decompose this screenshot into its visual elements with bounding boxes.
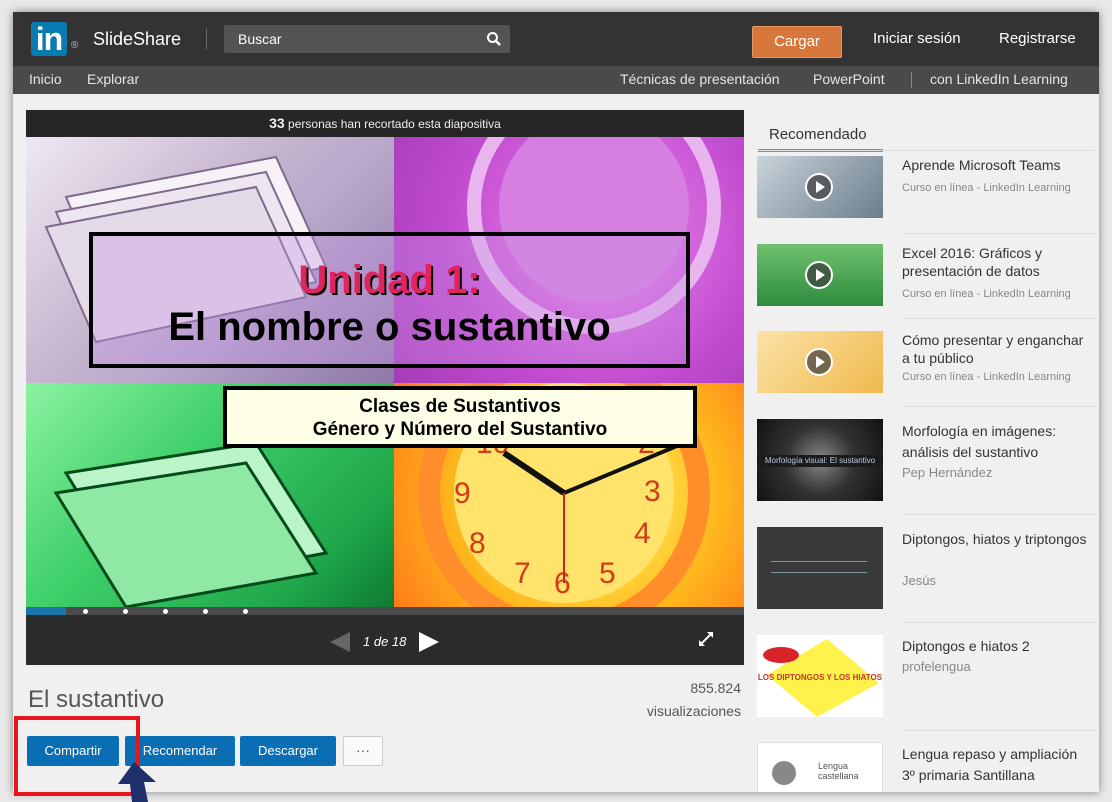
thumb-caption: Lengua castellana	[818, 761, 859, 781]
play-icon[interactable]	[805, 173, 833, 201]
slide-thumbnail[interactable]: LOS DIPTONGOS Y LOS HIATOS	[757, 635, 883, 717]
views-label: visualizaciones	[646, 703, 741, 719]
clipped-text: personas han recortado esta diapositiva	[284, 117, 501, 131]
svg-text:4: 4	[634, 517, 651, 550]
registered-mark: ®	[71, 40, 79, 51]
progress-fill	[26, 607, 66, 615]
recommended-title[interactable]: Aprende Microsoft Teams	[902, 156, 1092, 174]
progress-dot[interactable]	[163, 609, 168, 614]
divider	[902, 233, 1098, 234]
recommended-subtitle: Pep Hernández	[902, 465, 993, 480]
slide-title-box: Unidad 1: El nombre o sustantivo	[89, 232, 690, 368]
upload-button[interactable]: Cargar	[752, 26, 842, 58]
page-indicator: 1 de 18	[363, 634, 407, 649]
more-options-button[interactable]: ···	[343, 736, 383, 766]
clipped-count: 33	[269, 115, 285, 131]
slide-thumbnail[interactable]: Lengua castellana	[757, 742, 883, 792]
diptongos-illustration: LOS DIPTONGOS Y LOS HIATOS	[758, 639, 883, 717]
views-count: 855.824	[690, 680, 741, 696]
recommended-title[interactable]: Morfología en imágenes: análisis del sus…	[902, 421, 1092, 463]
slide-title-line-1: Unidad 1:	[298, 258, 481, 302]
slide-progress-bar[interactable]	[26, 607, 744, 615]
recommended-subtitle: profelengua	[902, 659, 971, 674]
recommended-title[interactable]: Cómo presentar y enganchar a tu público	[902, 331, 1092, 367]
search-icon[interactable]	[486, 31, 502, 47]
thumb-decoration	[772, 761, 796, 785]
course-thumbnail[interactable]	[757, 244, 883, 306]
course-thumbnail[interactable]	[757, 331, 883, 393]
divider	[902, 730, 1098, 731]
slide-subtitle-box: Clases de Sustantivos Género y Número de…	[223, 386, 697, 448]
document-title: El sustantivo	[28, 686, 165, 713]
clipped-banner[interactable]: 33 personas han recortado esta diapositi…	[26, 110, 744, 137]
recommended-title[interactable]: Diptongos, hiatos y triptongos	[902, 529, 1092, 550]
download-button[interactable]: Descargar	[240, 736, 336, 766]
slide-thumbnail[interactable]: Morfología visual: El sustantivo	[757, 419, 883, 501]
thumb-caption: Morfología visual: El sustantivo	[757, 455, 883, 467]
svg-text:5: 5	[599, 557, 616, 590]
fullscreen-icon[interactable]	[698, 631, 714, 647]
svg-text:3: 3	[644, 475, 661, 508]
nav-home[interactable]: Inicio	[29, 71, 62, 87]
next-slide-icon[interactable]	[419, 632, 439, 652]
brand-name[interactable]: SlideShare	[93, 29, 181, 50]
linkedin-logo[interactable]: in	[31, 22, 67, 56]
sub-navbar: Inicio Explorar Técnicas de presentación…	[13, 66, 1099, 94]
tab-recommended[interactable]: Recomendado	[758, 119, 883, 152]
nav-explore[interactable]: Explorar	[87, 71, 139, 87]
divider	[758, 150, 1094, 151]
slide-subtitle-line-2: Género y Número del Sustantivo	[312, 419, 608, 440]
recommended-title[interactable]: Diptongos e hiatos 2	[902, 637, 1092, 655]
tab-recommended-label: Recomendado	[769, 126, 867, 143]
progress-dot[interactable]	[203, 609, 208, 614]
top-navbar: in ® SlideShare Buscar Cargar Iniciar se…	[13, 12, 1099, 66]
progress-dot[interactable]	[83, 609, 88, 614]
progress-dot[interactable]	[243, 609, 248, 614]
recommended-sidebar: Recomendado Aprende Microsoft Teams Curs…	[753, 110, 1099, 792]
thumb-caption: LOS DIPTONGOS Y LOS HIATOS	[758, 673, 883, 682]
player-controls: 1 de 18	[26, 615, 744, 665]
nav-presentation-techniques[interactable]: Técnicas de presentación	[620, 71, 780, 87]
recommended-title[interactable]: Excel 2016: Gráficos y presentación de d…	[902, 244, 1092, 280]
play-icon[interactable]	[805, 348, 833, 376]
slide-player: 33 personas han recortado esta diapositi…	[26, 110, 744, 665]
course-thumbnail[interactable]	[757, 156, 883, 218]
slide-title-line-2: El nombre o sustantivo	[168, 305, 611, 349]
play-icon[interactable]	[805, 261, 833, 289]
progress-dot[interactable]	[123, 609, 128, 614]
recommended-subtitle: Curso en línea - LinkedIn Learning	[902, 288, 1071, 300]
divider	[206, 28, 207, 50]
divider	[902, 514, 1098, 515]
divider	[911, 72, 912, 88]
divider	[902, 622, 1098, 623]
pointer-arrow-icon	[118, 762, 156, 802]
search-input[interactable]: Buscar	[224, 25, 510, 53]
svg-text:7: 7	[514, 557, 531, 590]
slide-canvas[interactable]: 10 9 8 7 6 5 4 3 2 Unidad 1:	[26, 137, 744, 607]
recommended-subtitle: Jesús	[902, 573, 936, 588]
previous-slide-icon[interactable]	[330, 632, 350, 652]
nav-linkedin-learning[interactable]: con LinkedIn Learning	[930, 71, 1068, 87]
slide-subtitle-line-1: Clases de Sustantivos	[359, 396, 561, 417]
recommended-title[interactable]: Lengua repaso y ampliación 3º primaria S…	[902, 744, 1092, 786]
svg-text:6: 6	[554, 567, 571, 600]
slide-thumbnail[interactable]	[757, 527, 883, 609]
thumb-decoration	[771, 561, 867, 573]
divider	[902, 406, 1098, 407]
svg-text:8: 8	[469, 527, 486, 560]
browser-frame: in ® SlideShare Buscar Cargar Iniciar se…	[13, 12, 1099, 792]
search-placeholder: Buscar	[238, 31, 282, 47]
login-link[interactable]: Iniciar sesión	[873, 30, 961, 47]
nav-powerpoint[interactable]: PowerPoint	[813, 71, 885, 87]
recommended-subtitle: Curso en línea - LinkedIn Learning	[902, 371, 1071, 383]
recommended-subtitle: Curso en línea - LinkedIn Learning	[902, 182, 1071, 194]
register-link[interactable]: Registrarse	[999, 30, 1076, 47]
svg-text:9: 9	[454, 477, 471, 510]
divider	[902, 318, 1098, 319]
